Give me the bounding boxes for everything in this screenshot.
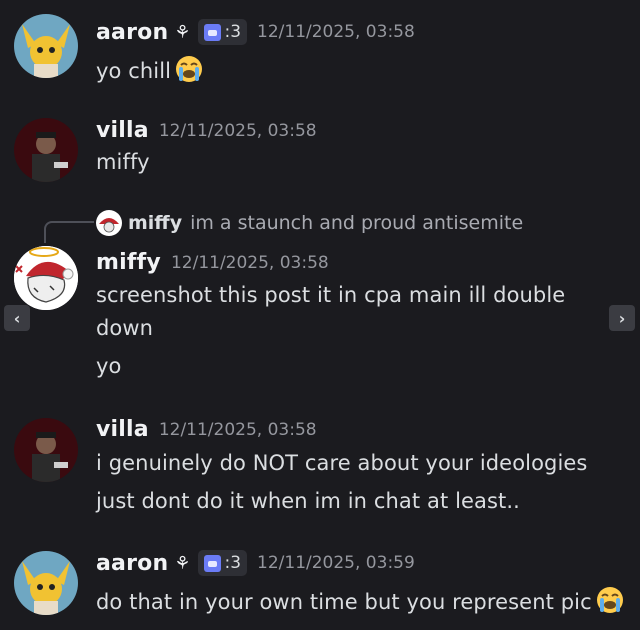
username[interactable]: miffy	[96, 250, 161, 275]
message-header: villa 12/11/2025, 03:58	[96, 118, 317, 143]
username[interactable]: villa	[96, 118, 149, 143]
timestamp[interactable]: 12/11/2025, 03:59	[257, 553, 415, 573]
message-text: just dont do it when im in chat at least…	[96, 489, 520, 513]
avatar-image	[14, 246, 78, 310]
username[interactable]: aaron	[96, 551, 168, 576]
message-line: just dont do it when im in chat at least…	[96, 489, 520, 513]
message-header: villa 12/11/2025, 03:58	[96, 417, 317, 442]
message-line: screenshot this post it in cpa main ill …	[96, 283, 565, 307]
chevron-right-icon: ›	[618, 308, 626, 328]
message-text: screenshot this post it in cpa main ill …	[96, 283, 566, 307]
avatar-image	[14, 14, 78, 78]
reply-username[interactable]: miffy	[128, 212, 182, 234]
timestamp[interactable]: 12/11/2025, 03:58	[159, 121, 317, 141]
avatar-image	[14, 418, 78, 482]
message-header: miffy 12/11/2025, 03:58	[96, 250, 329, 275]
message-line: miffy	[96, 150, 150, 174]
message-text: down	[96, 316, 154, 340]
chevron-left-icon: ‹	[13, 308, 21, 328]
guild-tag-label: :3	[224, 22, 242, 42]
message-text: do that in your own time but you represe…	[96, 590, 592, 614]
timestamp[interactable]: 12/11/2025, 03:58	[159, 420, 317, 440]
avatar[interactable]	[14, 418, 78, 482]
prev-arrow-button[interactable]: ‹	[4, 305, 30, 331]
guild-tag[interactable]: :3	[198, 550, 248, 576]
guild-tag-label: :3	[224, 553, 242, 573]
message-text: yo chill	[96, 59, 172, 83]
message-text: i genuinely do NOT care about your ideol…	[96, 451, 588, 475]
message-line: down	[96, 316, 153, 340]
cat-icon	[204, 23, 222, 41]
avatar[interactable]	[14, 14, 78, 78]
message-line: do that in your own time but you represe…	[96, 586, 624, 614]
loudly-crying-face-emoji-icon	[596, 587, 623, 613]
message-line: yo chill	[96, 55, 203, 83]
reply-preview[interactable]: miffy im a staunch and proud antisemite	[96, 210, 523, 236]
loudly-crying-face-emoji-icon	[176, 56, 203, 82]
avatar[interactable]	[14, 551, 78, 615]
sprout-icon: ⚘	[174, 21, 191, 43]
timestamp[interactable]: 12/11/2025, 03:58	[257, 22, 415, 42]
next-arrow-button[interactable]: ›	[609, 305, 635, 331]
timestamp[interactable]: 12/11/2025, 03:58	[171, 253, 329, 273]
cat-icon	[204, 554, 222, 572]
avatar-image	[14, 551, 78, 615]
message-line: i genuinely do NOT care about your ideol…	[96, 451, 587, 475]
reply-text: im a staunch and proud antisemite	[190, 212, 524, 234]
message-header: aaron ⚘ :3 12/11/2025, 03:58	[96, 19, 415, 45]
sprout-icon: ⚘	[174, 552, 191, 574]
message-line: yo	[96, 354, 121, 378]
message-header: aaron ⚘ :3 12/11/2025, 03:59	[96, 550, 415, 576]
username[interactable]: villa	[96, 417, 149, 442]
message-text: miffy	[96, 150, 150, 174]
guild-tag[interactable]: :3	[198, 19, 248, 45]
username[interactable]: aaron	[96, 20, 168, 45]
avatar[interactable]	[14, 118, 78, 182]
reply-connector	[44, 221, 94, 243]
avatar-image	[14, 118, 78, 182]
avatar[interactable]	[14, 246, 78, 310]
avatar-image	[96, 210, 122, 236]
message-text: yo	[96, 354, 122, 378]
reply-avatar	[96, 210, 122, 236]
chat-window: aaron ⚘ :3 12/11/2025, 03:58 yo chill vi…	[0, 0, 640, 630]
